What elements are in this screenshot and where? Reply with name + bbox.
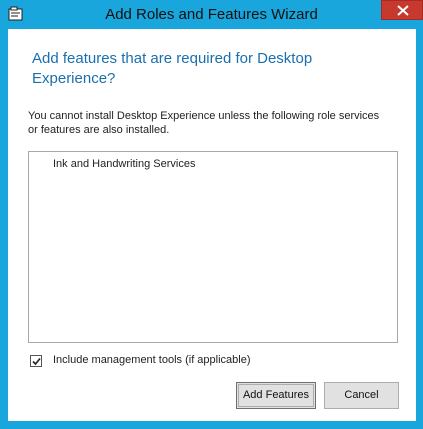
- include-management-tools-label[interactable]: Include management tools (if applicable): [53, 354, 251, 366]
- add-features-button[interactable]: Add Features: [236, 382, 316, 409]
- close-button[interactable]: [381, 0, 423, 20]
- dialog-content: Add features that are required for Deskt…: [8, 29, 416, 421]
- dialog-message: You cannot install Desktop Experience un…: [28, 110, 380, 136]
- list-item[interactable]: Ink and Handwriting Services: [53, 158, 195, 170]
- include-management-tools-checkbox[interactable]: [30, 355, 42, 367]
- checkmark-icon: [32, 357, 41, 366]
- title-bar[interactable]: Add Roles and Features Wizard: [0, 0, 423, 29]
- close-icon: [397, 5, 409, 16]
- dialog-heading: Add features that are required for Deskt…: [32, 50, 313, 87]
- dialog-window: Add Roles and Features Wizard Add featur…: [0, 0, 423, 429]
- required-features-list[interactable]: Ink and Handwriting Services: [28, 151, 398, 343]
- window-title: Add Roles and Features Wizard: [105, 6, 318, 23]
- cancel-button[interactable]: Cancel: [324, 382, 399, 409]
